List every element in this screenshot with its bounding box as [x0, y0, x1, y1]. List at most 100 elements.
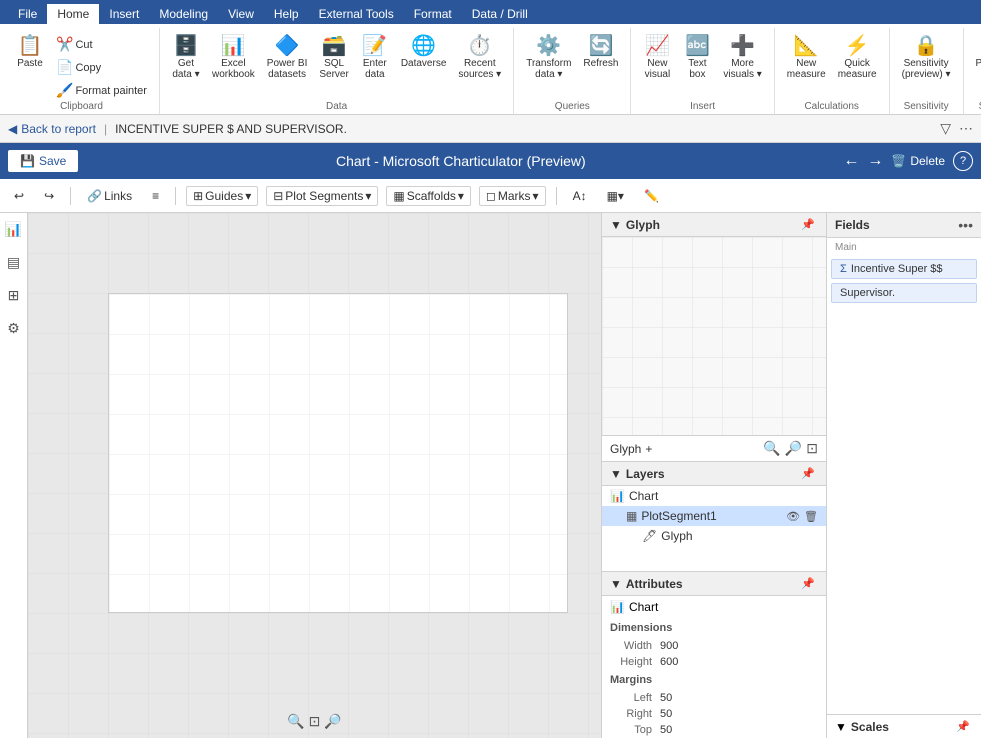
enter-data-label: Enterdata [363, 58, 387, 80]
scales-pin-button[interactable]: 📌 [953, 719, 973, 734]
save-button[interactable]: 💾 Save [8, 150, 78, 172]
attributes-collapse-icon[interactable]: ▼ [610, 577, 622, 591]
guides-dropdown[interactable]: ⊞ Guides ▾ [186, 186, 258, 206]
enter-data-button[interactable]: 📝 Enterdata [357, 34, 393, 82]
scales-section: ▼ Scales 📌 [827, 714, 981, 738]
shape-icon-button[interactable]: ▦▾ [601, 187, 630, 205]
scales-collapse-icon[interactable]: ▼ [835, 720, 847, 734]
fields-more-button[interactable]: ••• [958, 217, 973, 233]
refresh-button[interactable]: 🔄 Refresh [579, 34, 622, 71]
dataverse-icon: 🌐 [411, 36, 436, 56]
powerbi-datasets-button[interactable]: 🔷 Power BIdatasets [263, 34, 312, 82]
excel-button[interactable]: 📊 Excelworkbook [208, 34, 259, 82]
layer-chart-item[interactable]: 📊 Chart [602, 486, 826, 506]
sql-server-icon: 🗃️ [322, 36, 347, 56]
tab-home[interactable]: Home [47, 4, 99, 24]
format-painter-button[interactable]: 🖌️ Format painter [52, 80, 151, 101]
cut-button[interactable]: ✂️ Cut [52, 34, 151, 55]
glyph-add-button[interactable]: Glyph + [610, 442, 652, 456]
charticulator-area: 💾 Save Chart - Microsoft Charticulator (… [0, 143, 981, 738]
left-icon-layers[interactable]: ▤ [3, 250, 24, 275]
back-to-report-button[interactable]: ◀ Back to report [8, 122, 96, 136]
text-box-button[interactable]: 🔤 Textbox [679, 34, 715, 82]
powerbi-datasets-icon: 🔷 [275, 36, 300, 56]
sensitivity-button[interactable]: 🔒 Sensitivity(preview) ▾ [898, 34, 955, 82]
layer-glyph-item[interactable]: 🖊 Glyph [602, 526, 826, 546]
recent-sources-icon: ⏱️ [467, 36, 492, 56]
canvas-zoom-out-btn[interactable]: 🔍 [287, 713, 304, 730]
quick-measure-button[interactable]: ⚡ Quickmeasure [834, 34, 881, 82]
pencil-button[interactable]: ✏️ [638, 187, 665, 205]
copy-button[interactable]: 📄 Copy [52, 57, 151, 78]
tab-help[interactable]: Help [264, 4, 309, 24]
help-button[interactable]: ? [953, 151, 973, 171]
left-icon-table[interactable]: ⊞ [4, 283, 24, 308]
attributes-selected-icon: 📊 [610, 600, 625, 614]
data-items: 🗄️ Getdata ▾ 📊 Excelworkbook 🔷 Power BId… [168, 30, 505, 101]
undo-button[interactable]: ↩ [8, 187, 30, 205]
recent-sources-button[interactable]: ⏱️ Recentsources ▾ [454, 34, 505, 82]
plot-segments-dropdown[interactable]: ⊟ Plot Segments ▾ [266, 186, 378, 206]
layers-pin-button[interactable]: 📌 [798, 466, 818, 481]
glyph-pin-button[interactable]: 📌 [798, 217, 818, 232]
layer-delete-btn[interactable]: 🗑 [804, 510, 818, 523]
scaffolds-dropdown[interactable]: ▦ Scaffolds ▾ [386, 186, 471, 206]
left-icon-panel: 📊 ▤ ⊞ ⚙ [0, 213, 28, 738]
canvas-chart-area [108, 293, 568, 613]
right-margin-value: 50 [660, 708, 672, 720]
more-options-icon[interactable]: ⋯ [959, 120, 973, 137]
glyph-zoom-fit-btn[interactable]: ⊡ [806, 440, 818, 457]
new-measure-button[interactable]: 📐 Newmeasure [783, 34, 830, 82]
more-visuals-button[interactable]: ➕ Morevisuals ▾ [719, 34, 765, 82]
resize-left-icon[interactable]: ← [843, 152, 859, 170]
attributes-panel: ▼ Attributes 📌 📊 Chart Dimensions [602, 572, 826, 738]
field-sigma-icon: Σ [840, 263, 847, 275]
links-button[interactable]: 🔗 Links [81, 187, 138, 205]
text-icon-button[interactable]: A↕ [567, 187, 593, 205]
tab-external-tools[interactable]: External Tools [309, 4, 404, 24]
pencil-icon: ✏️ [644, 189, 659, 203]
marks-dropdown[interactable]: ◻ Marks ▾ [479, 186, 546, 206]
get-data-icon: 🗄️ [174, 36, 199, 56]
layer-plot-segment-item[interactable]: ▦ PlotSegment1 👁 🗑 [602, 506, 826, 526]
attributes-pin-button[interactable]: 📌 [798, 576, 818, 591]
tab-view[interactable]: View [218, 4, 264, 24]
field-incentive-item[interactable]: Σ Incentive Super $$ [831, 259, 977, 279]
tab-format[interactable]: Format [404, 4, 462, 24]
paste-button[interactable]: 📋 Paste [12, 34, 48, 71]
canvas-zoom-reset-btn[interactable]: ⊡ [309, 713, 321, 730]
sql-server-label: SQLServer [319, 58, 348, 80]
tab-data-drill[interactable]: Data / Drill [462, 4, 538, 24]
scales-title-label: Scales [851, 720, 889, 734]
field-supervisor-item[interactable]: Supervisor. [831, 283, 977, 303]
clipboard-items: 📋 Paste ✂️ Cut 📄 Copy 🖌️ Format painter [12, 30, 151, 101]
layer-visibility-btn[interactable]: 👁 [786, 510, 800, 523]
delete-button[interactable]: 🗑️ Delete [891, 154, 945, 168]
redo-button[interactable]: ↪ [38, 187, 60, 205]
glyph-zoom-out-btn[interactable]: 🔎 [785, 440, 802, 457]
layers-title-label: Layers [626, 467, 665, 481]
dataverse-button[interactable]: 🌐 Dataverse [397, 34, 451, 71]
publish-button[interactable]: ☁️ Publish [972, 34, 981, 71]
left-icon-settings[interactable]: ⚙ [3, 316, 24, 341]
text-icon: A↕ [573, 189, 587, 203]
tab-modeling[interactable]: Modeling [149, 4, 218, 24]
cut-label: Cut [75, 39, 92, 51]
new-measure-icon: 📐 [794, 36, 819, 56]
glyph-collapse-icon[interactable]: ▼ [610, 218, 622, 232]
calculations-items: 📐 Newmeasure ⚡ Quickmeasure [783, 30, 881, 101]
resize-right-icon[interactable]: → [867, 152, 883, 170]
transform-data-button[interactable]: ⚙️ Transformdata ▾ [522, 34, 575, 82]
list-icon-button[interactable]: ≡ [146, 187, 165, 205]
canvas-zoom-in-btn[interactable]: 🔎 [324, 713, 341, 730]
layers-collapse-icon[interactable]: ▼ [610, 467, 622, 481]
glyph-layer-name: Glyph [661, 529, 692, 543]
sql-server-button[interactable]: 🗃️ SQLServer [315, 34, 352, 82]
tab-file[interactable]: File [8, 4, 47, 24]
get-data-button[interactable]: 🗄️ Getdata ▾ [168, 34, 204, 82]
new-visual-button[interactable]: 📈 Newvisual [639, 34, 675, 82]
glyph-zoom-in-btn[interactable]: 🔍 [763, 440, 780, 457]
left-icon-chart[interactable]: 📊 [1, 217, 26, 242]
filter-icon[interactable]: ▽ [940, 120, 951, 137]
tab-insert[interactable]: Insert [99, 4, 149, 24]
